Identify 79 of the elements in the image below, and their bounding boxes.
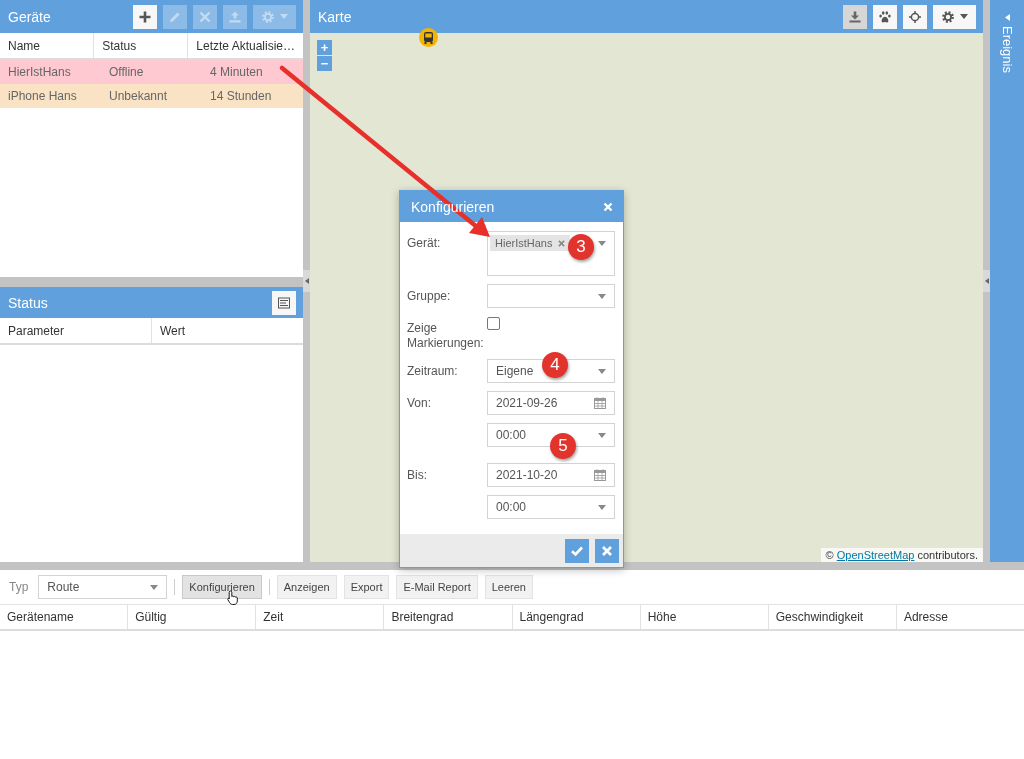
table-row[interactable]: iPhone Hans Unbekannt 14 Stunden [0,84,303,108]
gear-icon [261,10,274,23]
column-header[interactable]: Höhe [639,605,768,629]
caret-icon [598,368,606,374]
field-label: Gruppe: [407,289,451,303]
caret-icon [150,584,159,590]
checkbox[interactable] [487,317,500,330]
toolbar-button[interactable] [873,4,897,29]
column-header[interactable]: Name [0,33,94,58]
crosshair-icon [909,10,921,23]
field-label: Gerät: [407,236,441,250]
paw-icon [879,10,891,23]
toolbar-button[interactable] [903,4,927,29]
toolbar-button[interactable]: Anzeigen [276,575,337,599]
field-label: Bis: [407,468,427,482]
panel-title: Status [8,294,49,311]
column-header[interactable]: Parameter [0,318,151,343]
date-field[interactable]: 2021-09-26 [487,391,615,415]
map-attribution: © OpenStreetMap contributors. [820,548,983,562]
close-icon[interactable] [603,201,613,212]
caret-icon [1004,14,1010,21]
dropdown-field[interactable] [487,284,615,308]
settings-menu-button[interactable] [933,4,976,29]
check-icon [571,544,583,557]
type-dropdown[interactable]: Route [38,575,168,599]
table-cell-text: HierIstHans [7,64,72,81]
pencil-icon [169,10,181,23]
date-field[interactable]: 2021-10-20 [487,463,615,487]
upload-icon [229,10,241,23]
toolbar-button[interactable]: Konfigurieren [182,575,262,599]
table-cell-text: Offline [108,64,145,81]
caret-icon [598,432,606,438]
column-header[interactable]: Geschwindigkeit [767,605,896,629]
caret-icon [598,504,606,510]
field-label: Zeitraum: [407,364,458,378]
toolbar-button[interactable] [272,290,296,315]
column-header[interactable]: Status [93,33,188,58]
calendar-icon[interactable] [594,469,606,481]
toolbar-button[interactable]: Leeren [484,575,533,599]
list-icon [278,296,290,309]
arrow-down-icon [849,10,861,23]
panel-title: Ereignis [999,26,1015,73]
device-tag[interactable]: HierIstHans [490,235,571,251]
x-icon [199,10,211,23]
cancel-button[interactable] [595,538,619,563]
confirm-button[interactable] [565,538,589,563]
openstreetmap-link[interactable]: OpenStreetMap [836,549,915,561]
splitter-handle[interactable] [303,270,310,292]
remove-icon[interactable] [558,239,566,247]
field-label: Typ [9,580,29,594]
field-label: Zeige Markierungen: [407,321,484,350]
splitter-handle[interactable] [983,270,990,292]
plus-icon [139,10,151,23]
gear-icon [941,10,954,23]
column-header[interactable]: Gerätename [0,605,128,629]
toolbar-button[interactable] [133,4,157,29]
calendar-icon[interactable] [594,397,606,409]
panel-title: Karte [318,8,353,25]
toolbar-button[interactable]: E-Mail Report [396,575,478,599]
column-header[interactable]: Zeit [255,605,384,629]
column-header[interactable]: Längengrad [511,605,640,629]
caret-icon [598,293,606,299]
toolbar-button[interactable] [843,4,867,29]
toolbar-button[interactable]: Export [343,575,390,599]
table-row[interactable]: HierIstHans Offline 4 Minuten [0,60,303,84]
panel-title: Geräte [8,8,52,25]
table-cell-text: iPhone Hans [7,88,78,105]
close-icon [601,544,613,557]
bus-marker-icon[interactable] [419,28,438,47]
column-header[interactable]: Breitengrad [383,605,512,629]
column-header[interactable]: Adresse [895,605,1024,629]
table-cell-text: 14 Stunden [209,88,273,105]
caret-icon [959,14,968,19]
table-cell-text: Unbekannt [108,88,169,105]
dropdown-field[interactable]: 00:00 [487,495,615,519]
caret-icon [598,241,606,246]
field-label: Von: [407,396,432,410]
caret-icon [279,14,288,19]
table-cell-text: 4 Minuten [209,64,264,81]
